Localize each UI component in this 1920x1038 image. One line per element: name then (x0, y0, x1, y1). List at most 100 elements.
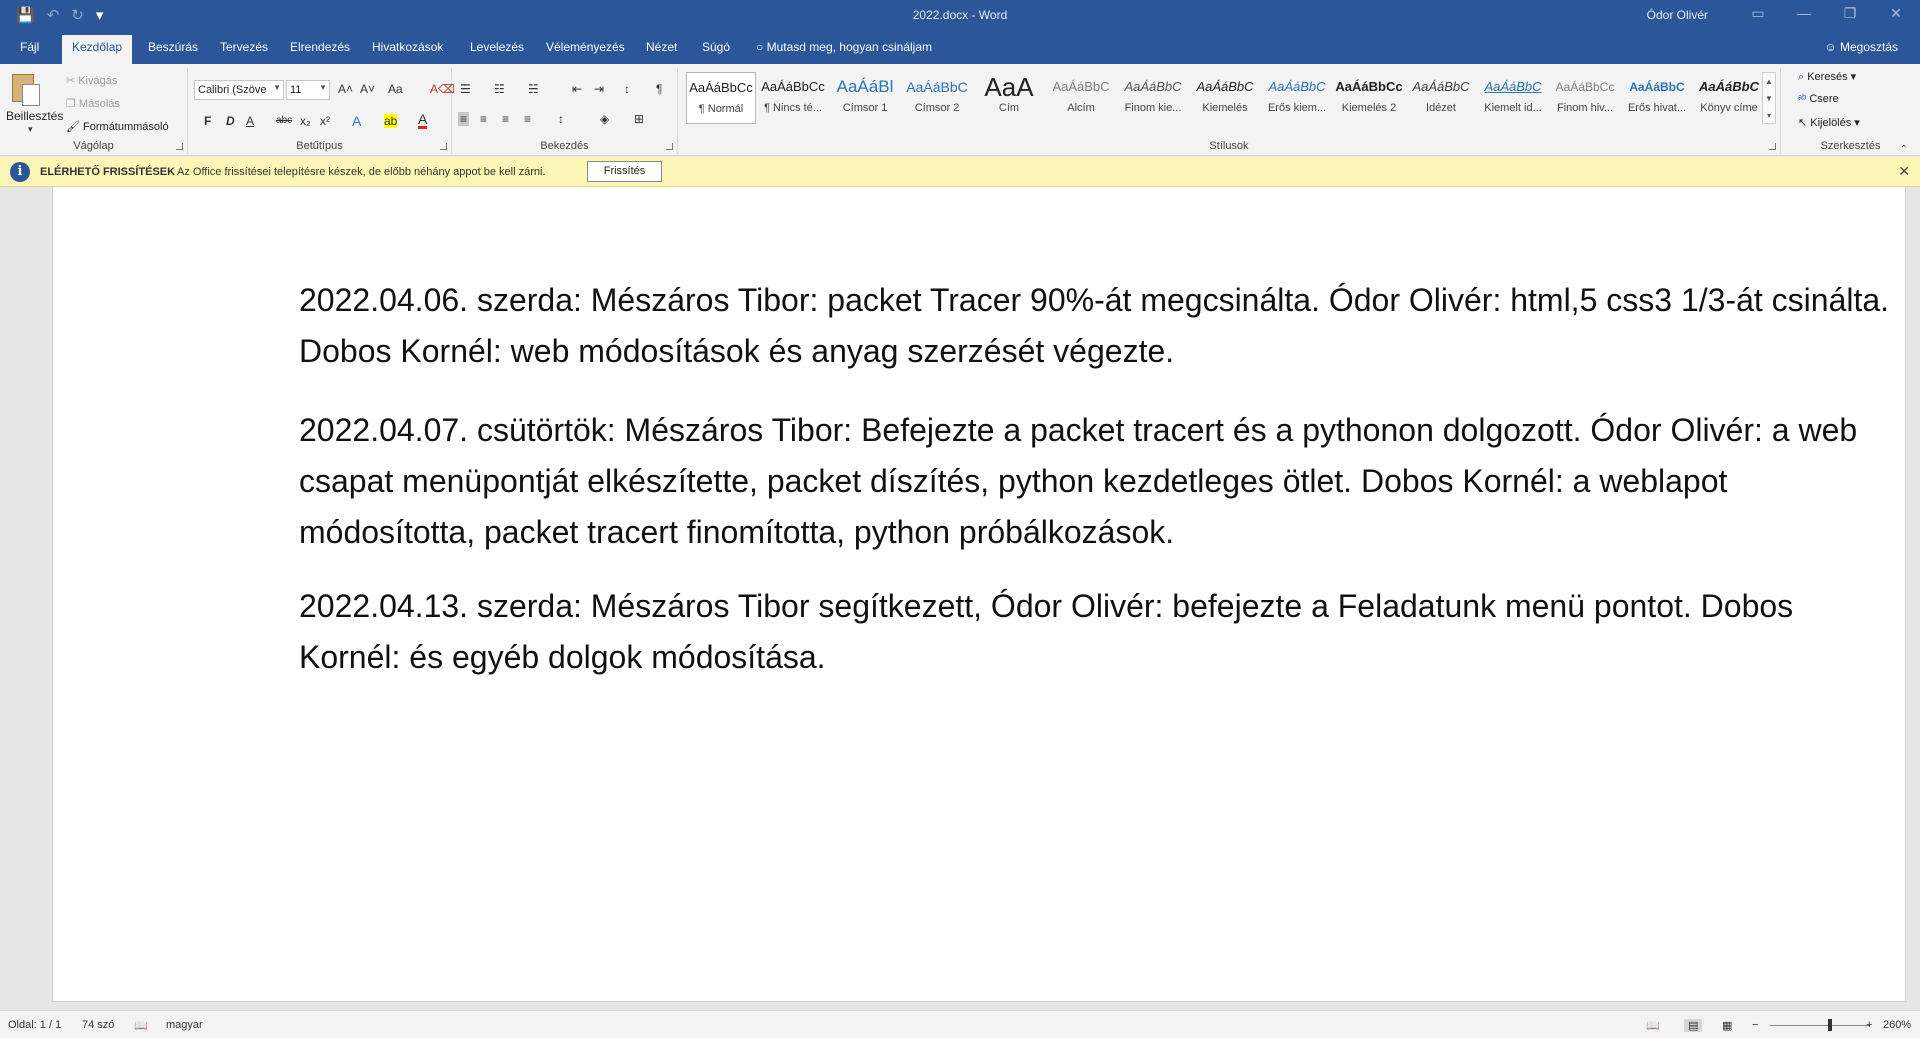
font-color-icon[interactable]: A (418, 112, 428, 129)
collapse-ribbon-icon[interactable]: ⌃ (1900, 144, 1908, 155)
bullets-icon[interactable]: ☰ (460, 82, 471, 96)
style-name: Erős hivat... (1627, 102, 1687, 114)
align-right-icon[interactable]: ≡ (502, 112, 509, 126)
select-button[interactable]: ↖ Kijelölés ▾ (1798, 116, 1860, 129)
language[interactable]: magyar (166, 1019, 203, 1031)
tab-file[interactable]: Fájl (20, 40, 39, 54)
strikethrough-button[interactable]: abc (276, 115, 292, 126)
style-subtitle[interactable]: AaÁáBbC Alcím (1046, 72, 1116, 124)
style-no-spacing[interactable]: AaÁáBbCc ¶ Nincs té... (758, 72, 828, 124)
paragraph-launcher-icon[interactable] (666, 143, 673, 150)
share-button[interactable]: ☺ Megosztás (1824, 40, 1898, 54)
replace-button[interactable]: ᵃᵇ Csere (1798, 93, 1839, 105)
proofing-icon[interactable]: 📖 (134, 1019, 148, 1032)
style-sample: AaÁáBbCc (689, 80, 753, 95)
font-size-combo[interactable]: 11 ▼ (286, 80, 330, 100)
document-page[interactable]: 2022.04.06. szerda: Mészáros Tibor: pack… (52, 187, 1906, 1002)
styles-launcher-icon[interactable] (1769, 143, 1776, 150)
paste-icon[interactable] (8, 72, 40, 108)
align-left-icon[interactable]: ≡ (458, 112, 470, 126)
word-count[interactable]: 74 szó (82, 1019, 114, 1031)
style-intense-emphasis[interactable]: AaÁáBbC Erős kiem... (1262, 72, 1332, 124)
subscript-button[interactable]: x₂ (300, 114, 311, 128)
style-quote[interactable]: AaÁáBbC Idézet (1406, 72, 1476, 124)
style-emphasis[interactable]: AaÁáBbC Kiemelés (1190, 72, 1260, 124)
borders-icon[interactable]: ⊞ (634, 112, 644, 126)
chevron-down-icon[interactable]: ▼ (1763, 90, 1775, 107)
read-mode-icon[interactable]: 📖 (1646, 1019, 1660, 1032)
close-icon[interactable]: ✕ (1898, 163, 1910, 180)
italic-button[interactable]: D (226, 114, 235, 128)
justify-icon[interactable]: ≡ (524, 112, 531, 126)
underline-button[interactable]: A (246, 114, 254, 128)
tab-insert[interactable]: Beszúrás (148, 40, 198, 54)
document-paragraph[interactable]: 2022.04.06. szerda: Mészáros Tibor: pack… (299, 275, 1899, 377)
tab-design[interactable]: Tervezés (220, 40, 268, 54)
bold-button[interactable]: F (204, 114, 211, 128)
style-heading-2[interactable]: AaÁáBbC Címsor 2 (902, 72, 972, 124)
tab-help[interactable]: Súgó (702, 40, 730, 54)
style-book-title[interactable]: AaÁáBbC Könyv címe (1694, 72, 1764, 124)
zoom-in-button[interactable]: + (1866, 1019, 1872, 1031)
style-subtle-reference[interactable]: AaÁáBbCc Finom hiv... (1550, 72, 1620, 124)
styles-gallery-scroll[interactable]: ▲ ▼ ▾ (1762, 72, 1776, 124)
web-layout-icon[interactable]: ▦ (1722, 1019, 1732, 1032)
cut-button[interactable]: ✂ Kivágás (66, 74, 117, 87)
increase-indent-icon[interactable]: ⇥ (594, 82, 604, 96)
document-paragraph[interactable]: 2022.04.13. szerda: Mészáros Tibor segít… (299, 581, 1899, 683)
font-launcher-icon[interactable] (440, 143, 447, 150)
sort-icon[interactable]: ↕ (624, 82, 630, 96)
style-name: Címsor 2 (914, 102, 960, 114)
grow-font-icon[interactable]: A˄ (338, 82, 353, 96)
tab-review[interactable]: Véleményezés (546, 40, 625, 54)
highlight-color-icon[interactable]: ab (384, 114, 398, 128)
update-button[interactable]: Frissítés (587, 161, 662, 182)
style-intense-quote[interactable]: AaÁáBbC Kiemelt id... (1478, 72, 1548, 124)
paste-button[interactable]: Beillesztés (6, 109, 63, 123)
align-center-icon[interactable]: ≡ (480, 112, 487, 126)
tab-view[interactable]: Nézet (646, 40, 677, 54)
style-heading-1[interactable]: AaÁáBl Címsor 1 (830, 72, 900, 124)
paste-dropdown-icon[interactable]: ▾ (28, 124, 33, 135)
tab-home[interactable]: Kezdőlap (62, 35, 133, 64)
zoom-level[interactable]: 260% (1883, 1019, 1911, 1031)
zoom-out-button[interactable]: − (1752, 1019, 1758, 1031)
format-painter-button[interactable]: 🖌 Formátummásoló (66, 120, 169, 133)
tab-references[interactable]: Hivatkozások (372, 40, 443, 54)
chevron-up-icon[interactable]: ▲ (1763, 73, 1775, 90)
show-formatting-marks-icon[interactable]: ¶ (656, 82, 662, 96)
user-name[interactable]: Ódor Olivér (1647, 8, 1708, 22)
tell-me-search[interactable]: ○ Mutasd meg, hogyan csináljam (756, 40, 932, 54)
numbering-icon[interactable]: ☷ (494, 82, 505, 96)
decrease-indent-icon[interactable]: ⇤ (572, 82, 582, 96)
font-name-combo[interactable]: Calibri (Szöve ▼ (194, 80, 284, 100)
find-button[interactable]: ⌕ Keresés ▾ (1798, 70, 1856, 84)
style-name: Idézet (1426, 102, 1456, 114)
shading-icon[interactable]: ◈ (600, 112, 609, 126)
copy-button[interactable]: ❐ Másolás (66, 97, 120, 110)
line-spacing-icon[interactable]: ↕ (558, 112, 564, 126)
shrink-font-icon[interactable]: A˅ (360, 82, 375, 96)
restore-icon[interactable]: ❐ (1837, 5, 1863, 22)
change-case-icon[interactable]: Aa (388, 82, 403, 96)
multilevel-list-icon[interactable]: ☵ (528, 82, 539, 96)
page-count[interactable]: Oldal: 1 / 1 (8, 1019, 61, 1031)
tab-layout[interactable]: Elrendezés (290, 40, 350, 54)
close-icon[interactable]: ✕ (1883, 5, 1909, 22)
superscript-button[interactable]: x² (320, 114, 330, 128)
print-layout-icon[interactable]: ▤ (1684, 1019, 1703, 1032)
clipboard-launcher-icon[interactable] (176, 143, 183, 150)
minimize-icon[interactable]: — (1791, 5, 1817, 21)
style-strong[interactable]: AaÁáBbCc Kiemelés 2 (1334, 72, 1404, 124)
tab-mailings[interactable]: Levelezés (470, 40, 524, 54)
ribbon-display-options-icon[interactable]: ▭ (1745, 5, 1771, 22)
style-intense-reference[interactable]: AaÁáBbC Erős hivat... (1622, 72, 1692, 124)
style-normal[interactable]: AaÁáBbCc ¶ Normál (686, 72, 756, 124)
zoom-slider[interactable] (1770, 1025, 1870, 1026)
more-icon[interactable]: ▾ (1763, 107, 1775, 124)
style-subtle-emphasis[interactable]: AaÁáBbC Finom kie... (1118, 72, 1188, 124)
style-title[interactable]: AaA Cím (974, 72, 1044, 124)
text-effects-icon[interactable]: A (352, 113, 361, 129)
document-paragraph[interactable]: 2022.04.07. csütörtök: Mészáros Tibor: B… (299, 405, 1899, 558)
zoom-slider-thumb[interactable] (1828, 1019, 1832, 1031)
